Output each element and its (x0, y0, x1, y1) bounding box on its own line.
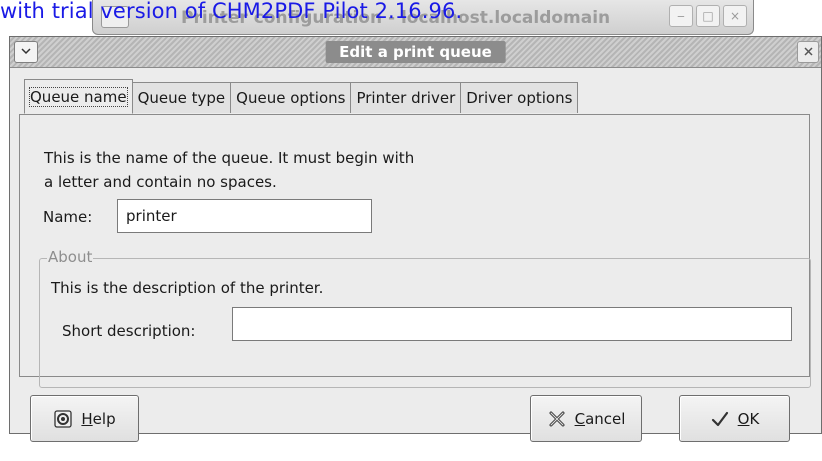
close-icon[interactable] (797, 41, 819, 63)
tab-label: Queue name (29, 87, 128, 107)
tab-queue-options[interactable]: Queue options (230, 82, 352, 113)
tab-queue-name[interactable]: Queue name (24, 79, 133, 114)
maximize-button[interactable]: □ (696, 5, 720, 27)
dialog-title: Edit a print queue (325, 41, 506, 63)
minimize-button[interactable]: ‒ (669, 5, 693, 27)
dialog-titlebar[interactable]: Edit a print queue (10, 37, 821, 68)
about-legend: About (47, 248, 94, 266)
checkmark-icon (710, 409, 730, 429)
ok-button[interactable]: OK (679, 395, 790, 442)
cancel-button[interactable]: Cancel (530, 395, 642, 442)
description-line: a letter and contain no spaces. (44, 173, 277, 191)
cancel-label: Cancel (574, 409, 626, 428)
help-label: Help (81, 409, 116, 428)
tab-driver-options[interactable]: Driver options (460, 82, 579, 113)
tab-printer-driver[interactable]: Printer driver (350, 82, 462, 113)
tab-bar: Queue name Queue type Queue options Prin… (24, 79, 579, 114)
name-label: Name: (43, 208, 93, 226)
about-description: This is the description of the printer. (51, 279, 324, 297)
description-line: This is the name of the queue. It must b… (44, 149, 415, 167)
help-icon (53, 409, 73, 429)
edit-print-queue-dialog: Edit a print queue Queue name Queue type… (9, 36, 822, 442)
chevron-down-icon[interactable] (14, 41, 38, 63)
cancel-icon (547, 409, 567, 429)
short-description-label: Short description: (62, 322, 196, 340)
ok-label: OK (737, 409, 760, 428)
close-button[interactable]: × (723, 5, 747, 27)
queue-name-description: This is the name of the queue. It must b… (44, 146, 414, 194)
tab-queue-type[interactable]: Queue type (131, 82, 232, 113)
about-frame: About This is the description of the pri… (39, 248, 811, 388)
short-description-field[interactable] (232, 307, 792, 341)
trial-watermark: with trial version of CHM2PDF Pilot 2.16… (0, 0, 463, 23)
name-field[interactable]: printer (117, 199, 372, 233)
help-button[interactable]: Help (30, 395, 139, 442)
background-window-controls: ‒ □ × (669, 5, 747, 27)
